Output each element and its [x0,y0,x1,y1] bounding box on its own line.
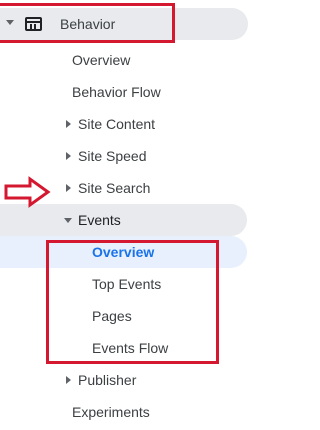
chevron-right-icon[interactable] [66,184,71,192]
nav-item-events[interactable]: Events [0,204,247,236]
nav-item-label: Events Flow [92,340,169,356]
chevron-down-icon[interactable] [64,218,72,223]
nav-item-experiments[interactable]: Experiments [0,396,271,428]
nav-item-label: Overview [92,244,155,260]
nav-item-behavior-label: Behavior [60,16,116,32]
nav-item-label: Experiments [72,404,150,420]
chevron-right-icon[interactable] [66,152,71,160]
chevron-down-icon[interactable] [6,20,14,25]
nav-item-label: Site Speed [78,148,147,164]
nav-item-label: Overview [72,52,131,68]
nav-item-behavior-flow[interactable]: Behavior Flow [0,76,271,108]
behavior-report-icon [25,17,42,31]
nav-item-label: Top Events [92,276,162,292]
nav-item-site-content[interactable]: Site Content [0,108,271,140]
nav-item-label: Behavior Flow [72,84,161,100]
annotation-arrow-icon [4,176,51,208]
nav-item-events-flow[interactable]: Events Flow [0,332,271,364]
nav-item-top-events[interactable]: Top Events [0,268,271,300]
nav-item-behavior[interactable]: Behavior [0,8,248,40]
nav-item-label: Site Content [78,116,156,132]
nav-item-behavior-overview[interactable]: Overview [0,44,271,76]
nav-item-label: Pages [92,308,132,324]
nav-item-publisher[interactable]: Publisher [0,364,271,396]
chevron-right-icon[interactable] [66,120,71,128]
nav-item-pages[interactable]: Pages [0,300,271,332]
analytics-sidebar-nav: Behavior Overview Behavior Flow Site Con… [0,0,271,430]
chevron-right-icon[interactable] [66,376,71,384]
nav-item-site-speed[interactable]: Site Speed [0,140,271,172]
nav-item-events-overview[interactable]: Overview [0,236,247,268]
nav-item-label: Publisher [78,372,137,388]
nav-item-label: Site Search [78,180,151,196]
nav-item-label: Events [78,212,121,228]
